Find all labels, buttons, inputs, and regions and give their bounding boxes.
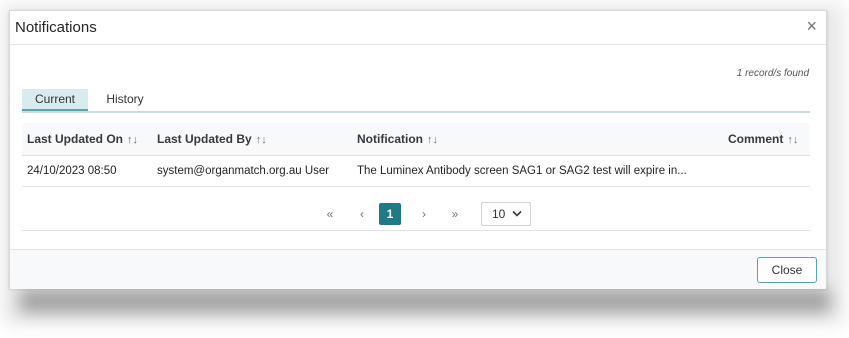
column-header-label: Notification — [357, 132, 423, 146]
last-page-icon[interactable]: » — [444, 203, 466, 225]
records-found-label: 1 record/s found — [736, 68, 809, 79]
cell-last-updated-on: 24/10/2023 08:50 — [27, 165, 117, 177]
sort-icon[interactable]: ↑↓ — [787, 134, 798, 146]
tab-bar: Current History — [22, 89, 810, 113]
close-icon[interactable]: × — [806, 16, 817, 36]
notifications-table: Last Updated On ↑↓ Last Updated By ↑↓ Noti… — [22, 123, 810, 187]
cell-notification: The Luminex Antibody screen SAG1 or SAG2… — [357, 165, 687, 177]
tab-current[interactable]: Current — [22, 89, 88, 111]
close-button[interactable]: Close — [757, 257, 817, 283]
column-header-comment[interactable]: Comment ↑↓ — [728, 132, 798, 146]
table-row[interactable]: 24/10/2023 08:50 system@organmatch.org.a… — [22, 156, 810, 187]
column-header-notification[interactable]: Notification ↑↓ — [357, 132, 438, 146]
sort-icon[interactable]: ↑↓ — [256, 134, 267, 146]
page-button-current[interactable]: 1 — [379, 203, 401, 225]
previous-page-icon[interactable]: ‹ — [351, 203, 373, 225]
table-header-row: Last Updated On ↑↓ Last Updated By ↑↓ Noti… — [22, 123, 810, 156]
paginator: « ‹ 1 › » 10 — [22, 196, 810, 231]
dialog-shadow-bottom — [20, 290, 830, 312]
tab-history[interactable]: History — [100, 89, 150, 111]
first-page-icon[interactable]: « — [319, 203, 341, 225]
chevron-down-icon — [512, 203, 522, 234]
dialog-footer: Close — [10, 249, 826, 289]
sort-icon[interactable]: ↑↓ — [427, 134, 438, 146]
column-header-last-updated-by[interactable]: Last Updated By ↑↓ — [157, 132, 267, 146]
column-header-label: Last Updated By — [157, 132, 252, 146]
column-header-label: Comment — [728, 132, 784, 146]
column-header-label: Last Updated On — [27, 132, 124, 146]
dialog-header: Notifications × — [10, 11, 826, 45]
page-size-dropdown[interactable]: 10 — [481, 202, 531, 226]
next-page-icon[interactable]: › — [413, 203, 435, 225]
column-header-last-updated-on[interactable]: Last Updated On ↑↓ — [27, 132, 138, 146]
notifications-dialog: Notifications × 1 record/s found Current… — [9, 10, 827, 289]
page-size-value: 10 — [492, 207, 506, 221]
sort-icon[interactable]: ↑↓ — [127, 134, 138, 146]
dialog-title: Notifications — [15, 19, 97, 36]
cell-last-updated-by: system@organmatch.org.au User — [157, 165, 330, 177]
